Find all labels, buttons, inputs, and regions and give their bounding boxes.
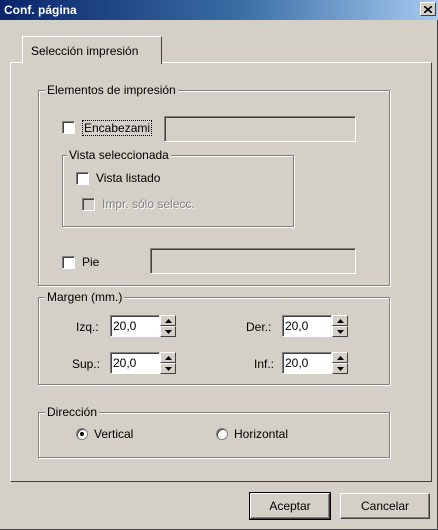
tab-label: Selección impresión — [31, 44, 139, 58]
selected-view-label: Vista seleccionada — [67, 148, 171, 162]
header-checkbox[interactable] — [62, 121, 75, 134]
margin-right-label: Der.: — [246, 320, 272, 334]
close-button[interactable] — [420, 2, 436, 16]
page-setup-dialog: Conf. página Selección impresión Element… — [0, 0, 438, 530]
margin-right-up-button[interactable] — [332, 315, 348, 326]
header-label[interactable]: Encabezami — [82, 120, 153, 136]
margin-bottom-up-button[interactable] — [332, 352, 348, 363]
margin-top-label: Sup.: — [72, 357, 101, 371]
selected-view-group: Vista seleccionada — [62, 148, 294, 227]
margin-top-spinner[interactable]: 20,0 — [110, 352, 180, 374]
arrow-down-icon — [164, 366, 172, 371]
footer-checkbox[interactable] — [62, 256, 75, 269]
arrow-up-icon — [336, 318, 344, 323]
list-view-checkbox[interactable] — [76, 172, 89, 185]
margin-bottom-down-button[interactable] — [332, 363, 348, 374]
window-title: Conf. página — [4, 3, 77, 17]
print-selected-only-label: Impr. sólo selecc. — [102, 197, 195, 211]
title-bar[interactable]: Conf. página — [0, 0, 438, 20]
margin-right-down-button[interactable] — [332, 326, 348, 337]
cancel-button[interactable]: Cancelar — [340, 493, 430, 519]
radio-selected-dot — [80, 432, 84, 436]
direction-label: Dirección — [45, 405, 100, 419]
print-selected-only-checkbox — [82, 198, 95, 211]
margin-left-input[interactable]: 20,0 — [110, 315, 160, 337]
list-view-label[interactable]: Vista listado — [96, 171, 160, 185]
margin-bottom-input[interactable]: 20,0 — [282, 352, 332, 374]
arrow-up-icon — [164, 355, 172, 360]
margin-bottom-spinner[interactable]: 20,0 — [282, 352, 352, 374]
margin-top-down-button[interactable] — [160, 363, 176, 374]
footer-text-field[interactable] — [150, 248, 356, 274]
margin-top-up-button[interactable] — [160, 352, 176, 363]
vertical-label[interactable]: Vertical — [94, 427, 133, 441]
margin-top-input[interactable]: 20,0 — [110, 352, 160, 374]
header-text-field[interactable] — [164, 116, 356, 142]
close-icon — [424, 5, 432, 13]
arrow-down-icon — [336, 366, 344, 371]
arrow-up-icon — [164, 318, 172, 323]
vertical-radio[interactable] — [76, 428, 88, 440]
arrow-down-icon — [336, 329, 344, 334]
margin-right-spinner[interactable]: 20,0 — [282, 315, 352, 337]
direction-group: Dirección — [38, 405, 390, 458]
margins-label: Margen (mm.) — [45, 290, 125, 304]
margin-left-up-button[interactable] — [160, 315, 176, 326]
tab-print-selection[interactable]: Selección impresión — [22, 36, 162, 64]
arrow-down-icon — [164, 329, 172, 334]
margin-left-spinner[interactable]: 20,0 — [110, 315, 180, 337]
margin-left-label: Izq.: — [76, 320, 99, 334]
margin-right-input[interactable]: 20,0 — [282, 315, 332, 337]
margin-left-down-button[interactable] — [160, 326, 176, 337]
horizontal-label[interactable]: Horizontal — [234, 427, 288, 441]
arrow-up-icon — [336, 355, 344, 360]
footer-label[interactable]: Pie — [82, 255, 99, 269]
print-elements-label: Elementos de impresión — [45, 83, 178, 97]
accept-button[interactable]: Aceptar — [249, 492, 331, 520]
margin-bottom-label: Inf.: — [254, 357, 275, 371]
horizontal-radio[interactable] — [216, 428, 228, 440]
